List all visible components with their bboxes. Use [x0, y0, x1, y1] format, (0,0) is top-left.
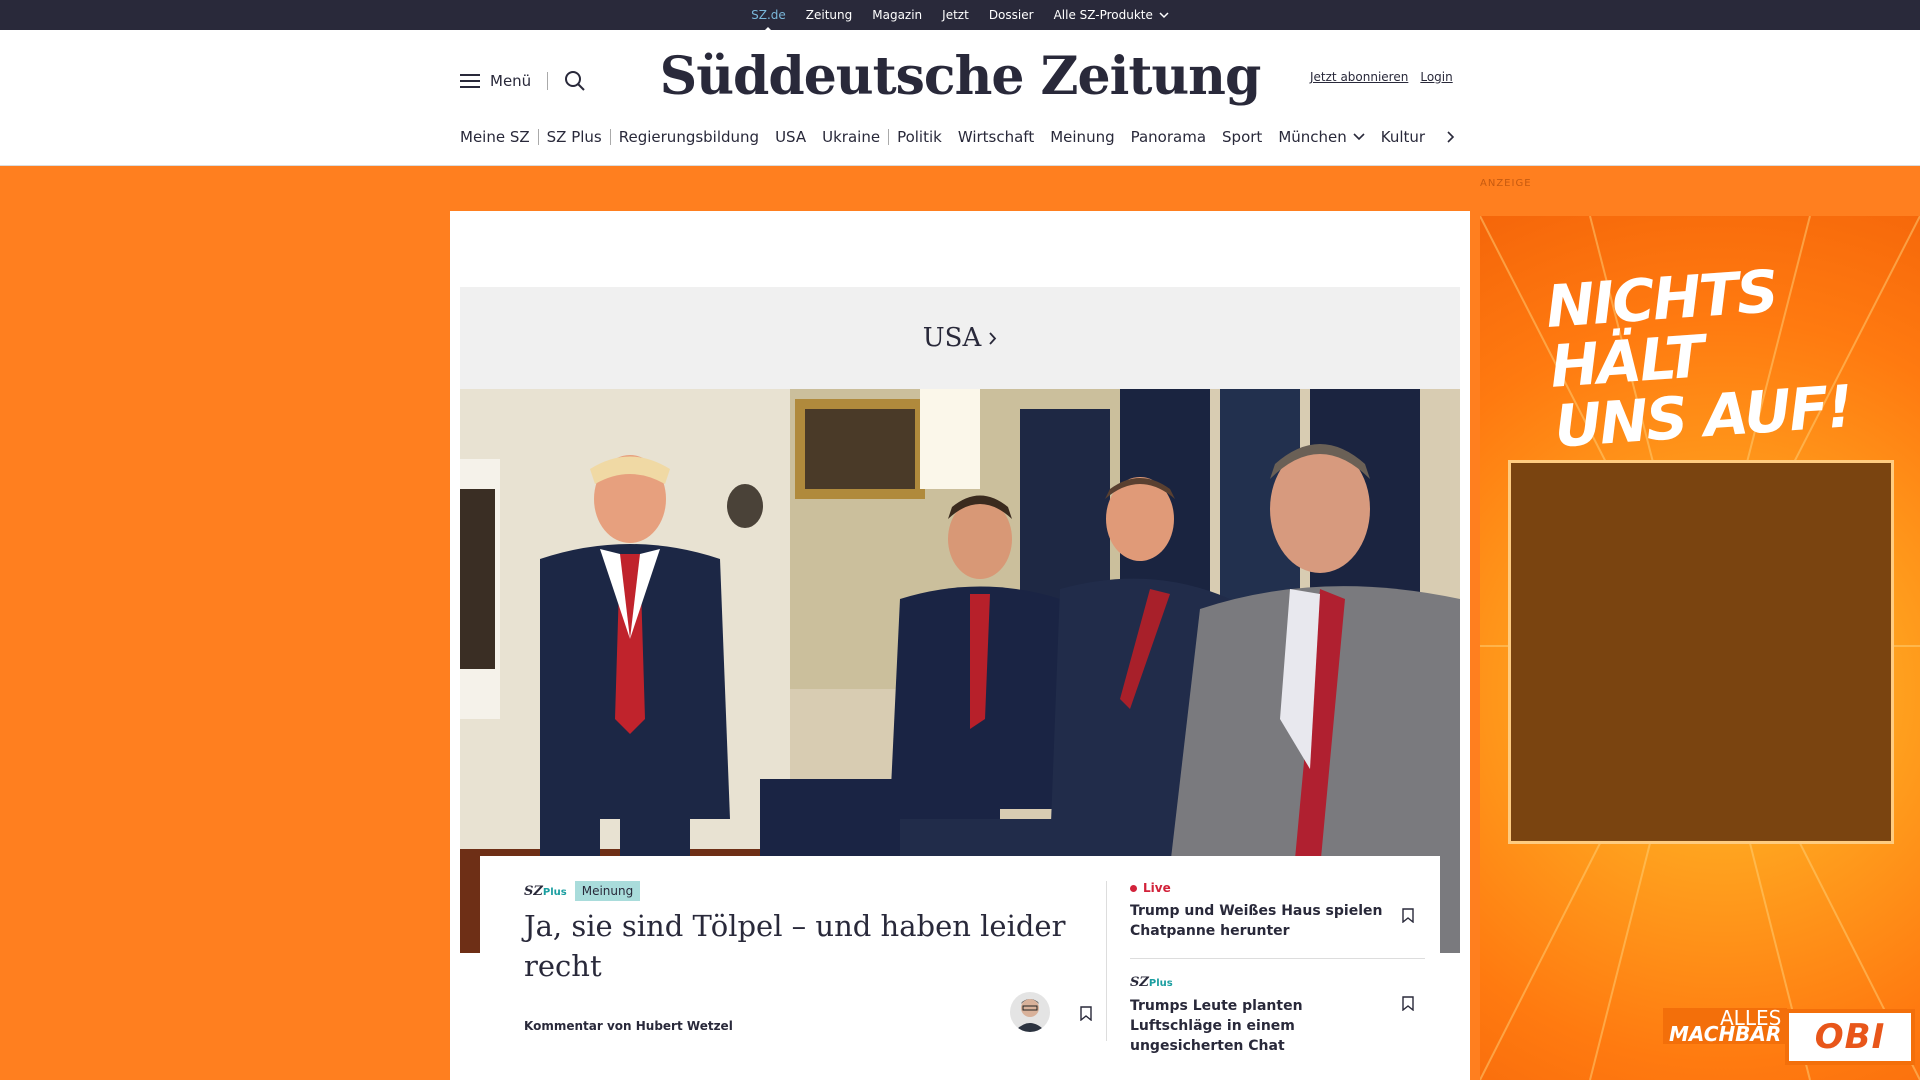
ad-slogan: NICHTS HÄLT UNS AUF! — [1544, 251, 1920, 461]
ad-label: ANZEIGE — [1480, 178, 1532, 189]
chevron-right-icon — [1447, 131, 1455, 143]
sz-plus-logo: SZ — [1130, 975, 1149, 990]
side-article-title[interactable]: Trump und Weißes Haus spielen Chatpanne … — [1130, 901, 1390, 941]
ad-tagline-machbar: MACHBAR — [1669, 1022, 1782, 1046]
live-badge: Live — [1130, 881, 1390, 895]
sz-plus-suffix: Plus — [542, 886, 567, 898]
section-header-usa[interactable]: USA — [460, 287, 1460, 389]
account-links: Jetzt abonnieren Login — [1310, 70, 1453, 84]
article-headline[interactable]: Ja, sie sind Tölpel – und haben leider r… — [524, 906, 1084, 986]
topbar-link-zeitung[interactable]: Zeitung — [806, 8, 852, 22]
nav-item-muenchen[interactable]: München — [1270, 128, 1372, 146]
lead-article-card[interactable]: SZPlus Meinung Ja, sie sind Tölpel – und… — [480, 856, 1440, 1080]
nav-item-sz-plus[interactable]: SZ Plus — [539, 128, 610, 146]
obi-logo: OBI — [1785, 1009, 1915, 1065]
nav-item-sport[interactable]: Sport — [1214, 128, 1270, 146]
sz-plus-suffix: Plus — [1148, 978, 1173, 989]
top-product-bar: SZ.de Zeitung Magazin Jetzt Dossier Alle… — [0, 0, 1920, 30]
nav-muenchen-label: München — [1278, 128, 1347, 146]
bookmark-icon[interactable] — [1402, 908, 1414, 923]
main-content: USA SZPlus Meinung Ja, sie sind Tölpel –… — [450, 211, 1470, 1080]
topbar-link-magazin[interactable]: Magazin — [872, 8, 922, 22]
nav-item-meinung[interactable]: Meinung — [1042, 128, 1122, 146]
topbar-link-szde[interactable]: SZ.de — [751, 8, 786, 22]
nav-item-usa[interactable]: USA — [767, 128, 814, 146]
section-title: USA — [922, 323, 982, 353]
bookmark-icon[interactable] — [1080, 1006, 1092, 1021]
obi-advertisement[interactable]: NICHTS HÄLT UNS AUF! ALLES MACHBAR OBI — [1480, 216, 1920, 1080]
sz-plus-badge: SZPlus — [524, 884, 567, 899]
subscribe-link[interactable]: Jetzt abonnieren — [1310, 70, 1408, 84]
chevron-right-icon — [989, 331, 997, 345]
live-label: Live — [1143, 881, 1171, 895]
ad-video-frame — [1508, 460, 1894, 844]
article-badges: SZPlus Meinung — [524, 881, 641, 901]
author-avatar — [1010, 992, 1050, 1032]
nav-item-kultur[interactable]: Kultur — [1373, 128, 1433, 146]
article-byline: Kommentar von Hubert Wetzel — [524, 1019, 733, 1033]
side-article-1[interactable]: Live Trump und Weißes Haus spielen Chatp… — [1130, 881, 1390, 941]
nav-item-regierungsbildung[interactable]: Regierungsbildung — [611, 128, 767, 146]
sz-plus-badge: SZPlus — [1130, 975, 1173, 990]
nav-item-wirtschaft[interactable]: Wirtschaft — [950, 128, 1042, 146]
live-dot-icon — [1130, 884, 1137, 892]
side-article-title[interactable]: Trumps Leute planten Luftschläge in eine… — [1130, 996, 1390, 1056]
side-article-2[interactable]: SZPlus Trumps Leute planten Luftschläge … — [1130, 971, 1390, 1056]
chevron-down-icon — [1159, 11, 1169, 18]
nav-scroll-right[interactable] — [1433, 131, 1463, 143]
chevron-down-icon — [1353, 133, 1365, 141]
sz-plus-logo: SZ — [524, 883, 543, 899]
category-tag: Meinung — [574, 881, 641, 901]
main-navigation: Meine SZ SZ Plus Regierungsbildung USA U… — [460, 128, 1463, 146]
nav-item-politik[interactable]: Politik — [889, 128, 950, 146]
topbar-link-dossier[interactable]: Dossier — [989, 8, 1034, 22]
ad-tagline: ALLES MACHBAR — [1663, 1008, 1788, 1046]
divider — [1106, 881, 1107, 1041]
site-header: Menü Süddeutsche Zeitung Jetzt abonniere… — [0, 30, 1920, 166]
topbar-dropdown-products[interactable]: Alle SZ-Produkte — [1054, 8, 1169, 22]
divider — [1130, 958, 1425, 959]
site-logo[interactable]: Süddeutsche Zeitung — [0, 46, 1920, 107]
login-link[interactable]: Login — [1420, 70, 1452, 84]
nav-item-panorama[interactable]: Panorama — [1123, 128, 1214, 146]
nav-item-ukraine[interactable]: Ukraine — [814, 128, 888, 146]
topbar-products-label: Alle SZ-Produkte — [1053, 8, 1153, 22]
nav-item-meine-sz[interactable]: Meine SZ — [460, 128, 538, 146]
topbar-link-jetzt[interactable]: Jetzt — [942, 8, 969, 22]
bookmark-icon[interactable] — [1402, 996, 1414, 1011]
